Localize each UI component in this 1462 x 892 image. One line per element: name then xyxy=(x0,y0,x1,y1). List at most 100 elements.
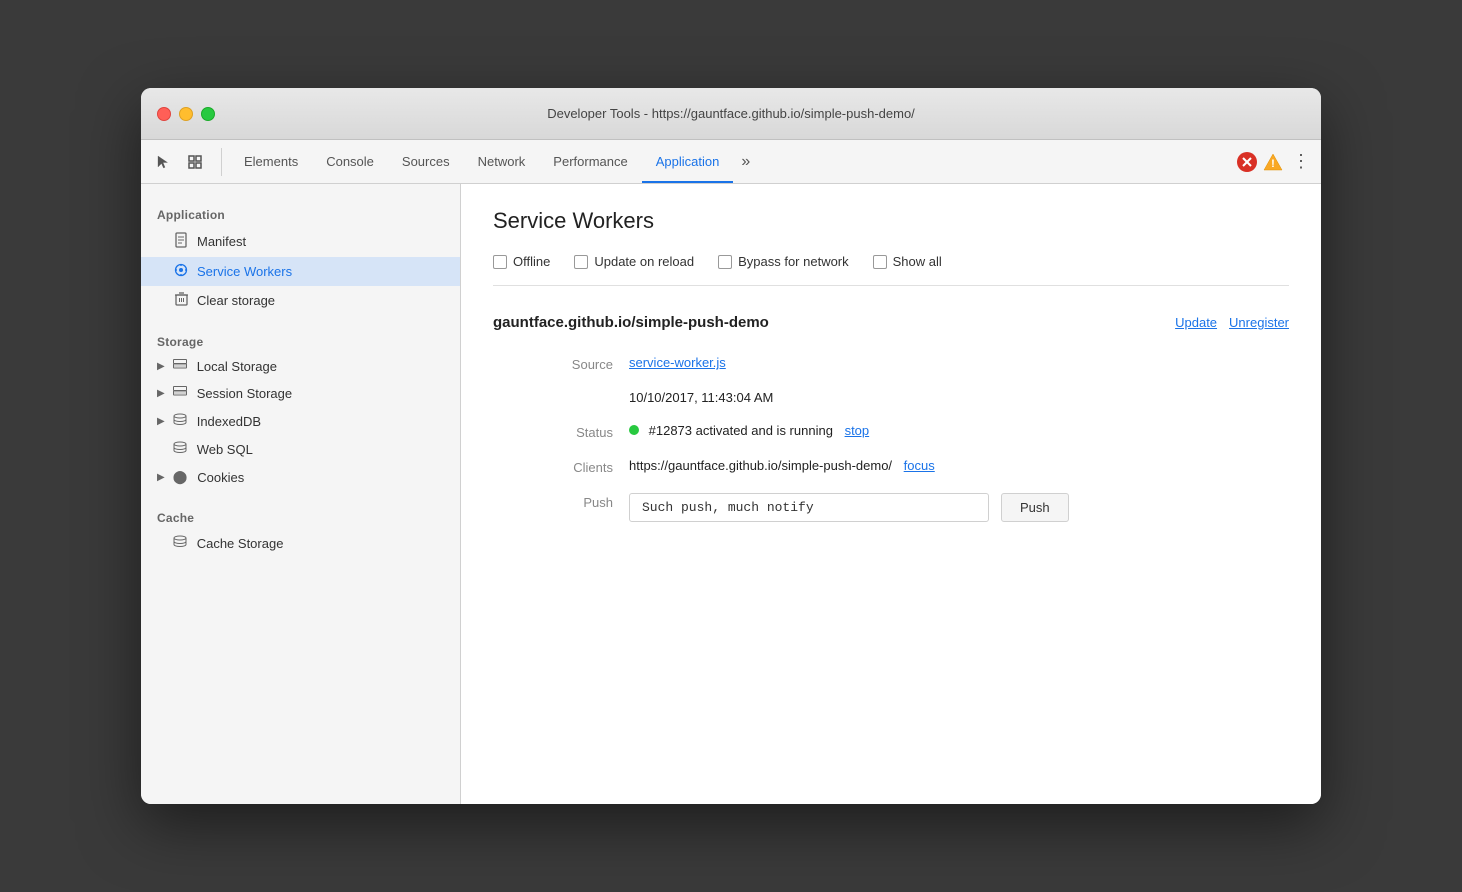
error-badge xyxy=(1237,152,1257,172)
tab-console[interactable]: Console xyxy=(312,140,388,183)
more-options-button[interactable]: ⋮ xyxy=(1289,150,1313,174)
maximize-button[interactable] xyxy=(201,107,215,121)
indexeddb-expand-icon: ▶ xyxy=(157,416,165,427)
local-storage-label: Local Storage xyxy=(197,359,277,374)
traffic-lights xyxy=(157,107,215,121)
clear-storage-icon xyxy=(173,292,189,309)
sidebar-section-cache: Cache xyxy=(141,503,460,529)
cursor-tool-button[interactable] xyxy=(149,148,177,176)
update-on-reload-checkbox-box[interactable] xyxy=(574,255,588,269)
tab-sources[interactable]: Sources xyxy=(388,140,464,183)
panel-title: Service Workers xyxy=(493,208,1289,234)
sidebar-item-cache-storage[interactable]: ▶ Cache Storage xyxy=(141,529,460,557)
manifest-label: Manifest xyxy=(197,234,444,249)
toolbar: Elements Console Sources Network Perform… xyxy=(141,140,1321,184)
tabs-container: Elements Console Sources Network Perform… xyxy=(230,140,1237,183)
push-input[interactable] xyxy=(629,493,989,522)
cookies-expand-icon: ▶ xyxy=(157,472,165,483)
status-text: #12873 activated and is running xyxy=(649,423,833,438)
status-dot xyxy=(629,425,639,435)
tab-overflow-button[interactable]: » xyxy=(733,140,758,183)
show-all-checkbox[interactable]: Show all xyxy=(873,254,942,269)
unregister-link[interactable]: Unregister xyxy=(1229,315,1289,330)
cache-storage-label: Cache Storage xyxy=(197,536,284,551)
content-panel: Service Workers Offline Update on reload… xyxy=(461,184,1321,804)
web-sql-icon xyxy=(173,441,187,457)
sidebar-item-cookies[interactable]: ▶ ⬤ Cookies xyxy=(141,463,460,491)
push-label: Push xyxy=(533,493,613,522)
status-label: Status xyxy=(533,423,613,440)
tab-performance[interactable]: Performance xyxy=(539,140,641,183)
clients-label: Clients xyxy=(533,458,613,475)
local-storage-expand-icon: ▶ xyxy=(157,361,165,372)
sw-detail-grid: Source service-worker.js 10/10/2017, 11:… xyxy=(533,355,1289,522)
inspect-tool-button[interactable] xyxy=(181,148,209,176)
sidebar-item-service-workers[interactable]: Service Workers xyxy=(141,257,460,286)
clients-url: https://gauntface.github.io/simple-push-… xyxy=(629,458,892,473)
tab-elements[interactable]: Elements xyxy=(230,140,312,183)
toolbar-icons xyxy=(149,148,222,176)
manifest-icon xyxy=(173,232,189,251)
update-link[interactable]: Update xyxy=(1175,315,1217,330)
push-value: Push xyxy=(629,493,1289,522)
tab-application[interactable]: Application xyxy=(642,140,734,183)
sidebar-item-web-sql[interactable]: ▶ Web SQL xyxy=(141,435,460,463)
main-content: Application Manifest xyxy=(141,184,1321,804)
web-sql-label: Web SQL xyxy=(197,442,253,457)
session-storage-label: Session Storage xyxy=(197,386,292,401)
sw-domain-row: gauntface.github.io/simple-push-demo Upd… xyxy=(493,314,1289,331)
cookies-icon: ⬤ xyxy=(173,469,188,485)
status-value: #12873 activated and is running stop xyxy=(629,423,1289,440)
sw-domain-text: gauntface.github.io/simple-push-demo xyxy=(493,314,769,331)
toolbar-right: ! ⋮ xyxy=(1237,150,1313,174)
local-storage-icon xyxy=(173,359,187,374)
bypass-for-network-label: Bypass for network xyxy=(738,254,849,269)
clear-storage-label: Clear storage xyxy=(197,293,444,308)
minimize-button[interactable] xyxy=(179,107,193,121)
sidebar-item-clear-storage[interactable]: Clear storage xyxy=(141,286,460,315)
tab-network[interactable]: Network xyxy=(464,140,540,183)
received-spacer xyxy=(533,390,613,405)
sidebar-item-indexeddb[interactable]: ▶ IndexedDB xyxy=(141,407,460,435)
session-storage-expand-icon: ▶ xyxy=(157,388,165,399)
focus-link[interactable]: focus xyxy=(904,458,935,473)
title-bar: Developer Tools - https://gauntface.gith… xyxy=(141,88,1321,140)
indexeddb-label: IndexedDB xyxy=(197,414,261,429)
update-on-reload-checkbox[interactable]: Update on reload xyxy=(574,254,694,269)
sidebar-item-session-storage[interactable]: ▶ Session Storage xyxy=(141,380,460,407)
offline-checkbox-box[interactable] xyxy=(493,255,507,269)
sidebar-item-manifest[interactable]: Manifest xyxy=(141,226,460,257)
offline-label: Offline xyxy=(513,254,550,269)
show-all-label: Show all xyxy=(893,254,942,269)
push-button[interactable]: Push xyxy=(1001,493,1069,522)
service-workers-icon xyxy=(173,263,189,280)
sidebar-section-storage: Storage xyxy=(141,327,460,353)
bypass-for-network-checkbox-box[interactable] xyxy=(718,255,732,269)
close-button[interactable] xyxy=(157,107,171,121)
source-link: service-worker.js xyxy=(629,355,1289,372)
clients-value: https://gauntface.github.io/simple-push-… xyxy=(629,458,1289,475)
push-row: Push xyxy=(629,493,1289,522)
offline-checkbox[interactable]: Offline xyxy=(493,254,550,269)
source-label: Source xyxy=(533,355,613,372)
sidebar-section-application: Application xyxy=(141,200,460,226)
source-file-link[interactable]: service-worker.js xyxy=(629,355,726,370)
warning-badge: ! xyxy=(1263,152,1283,172)
devtools-window: Developer Tools - https://gauntface.gith… xyxy=(141,88,1321,804)
session-storage-icon xyxy=(173,386,187,401)
cookies-label: Cookies xyxy=(197,470,244,485)
update-on-reload-label: Update on reload xyxy=(594,254,694,269)
bypass-for-network-checkbox[interactable]: Bypass for network xyxy=(718,254,849,269)
svg-text:!: ! xyxy=(1271,158,1275,170)
window-title: Developer Tools - https://gauntface.gith… xyxy=(547,106,915,121)
checkboxes-row: Offline Update on reload Bypass for netw… xyxy=(493,254,1289,286)
service-workers-label: Service Workers xyxy=(197,264,444,279)
received-value: 10/10/2017, 11:43:04 AM xyxy=(629,390,1289,405)
stop-link[interactable]: stop xyxy=(845,423,870,438)
sidebar: Application Manifest xyxy=(141,184,461,804)
cache-storage-icon xyxy=(173,535,187,551)
show-all-checkbox-box[interactable] xyxy=(873,255,887,269)
sidebar-item-local-storage[interactable]: ▶ Local Storage xyxy=(141,353,460,380)
sw-actions: Update Unregister xyxy=(1175,315,1289,330)
indexeddb-icon xyxy=(173,413,187,429)
